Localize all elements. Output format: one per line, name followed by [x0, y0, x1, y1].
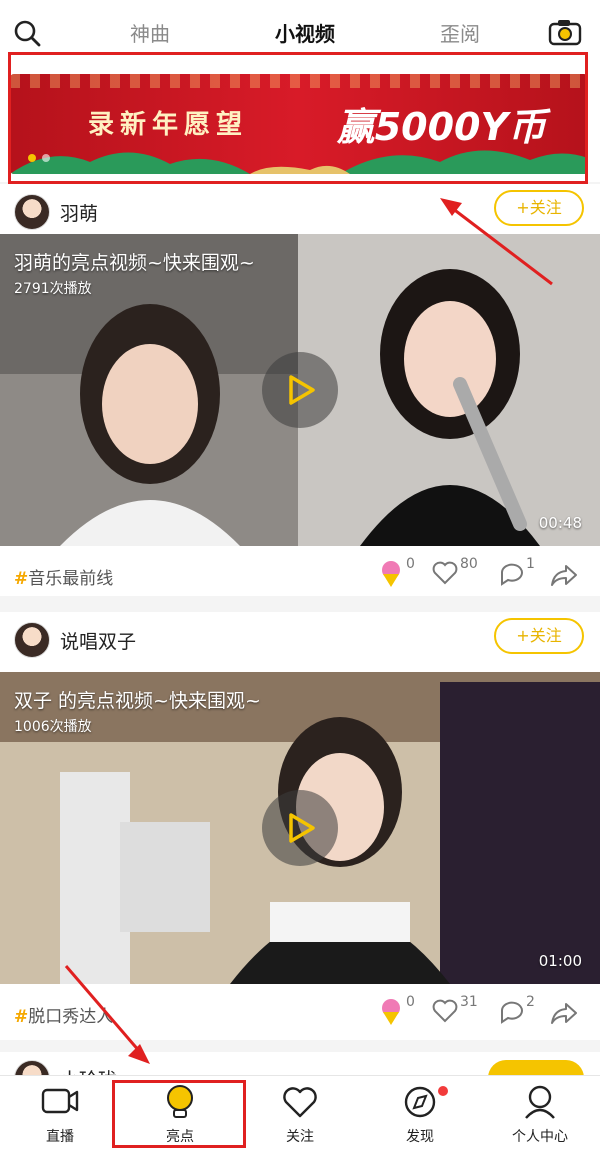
play-button[interactable] [262, 790, 338, 866]
author-row[interactable]: 羽萌 [14, 192, 98, 232]
bottom-tab-bar: 直播 亮点 关注 发现 个人中心 [0, 1075, 600, 1157]
avatar[interactable] [14, 622, 50, 658]
topic-tag-label: 音乐最前线 [28, 569, 114, 589]
tab-profile[interactable]: 个人中心 [480, 1076, 600, 1157]
play-button[interactable] [262, 352, 338, 428]
play-count: 2791次播放 [14, 281, 92, 297]
topic-tag[interactable]: #音乐最前线 [14, 564, 113, 589]
video-duration: 00:48 [538, 514, 582, 532]
comment-bubble-icon [501, 563, 523, 586]
highlight-box-banner [8, 52, 588, 184]
feed-card: 说唱双子 +关注 双子 的亮点视频~快来围观~ 1006次播放 01:00 #脱… [0, 612, 600, 1040]
topic-tag-label: 脱口秀达人 [28, 1007, 114, 1027]
heart-outline-icon [432, 999, 458, 1023]
comment-count: 1 [526, 556, 535, 572]
author-row[interactable]: 小玲珑 [14, 1058, 117, 1076]
like-action[interactable]: 80 [432, 556, 478, 590]
comment-action[interactable]: 1 [498, 556, 535, 590]
icecream-gift-icon [382, 999, 400, 1025]
camera-icon[interactable] [548, 18, 582, 46]
tab-waiyue[interactable]: 歪阅 [405, 18, 515, 47]
category-tabs: 神曲 小视频 歪阅 [95, 14, 515, 50]
play-icon [289, 375, 315, 405]
tab-discover[interactable]: 发现 [360, 1076, 480, 1157]
tab-shenqu[interactable]: 神曲 [95, 18, 205, 47]
video-title: 羽萌的亮点视频~快来围观~ [14, 252, 255, 274]
notification-dot [438, 1086, 448, 1096]
gift-action[interactable]: 0 [378, 994, 415, 1028]
video-duration: 01:00 [538, 952, 582, 970]
video-title: 双子 的亮点视频~快来围观~ [14, 690, 261, 712]
tab-label: 直播 [46, 1129, 74, 1145]
heart-outline-icon [432, 561, 458, 585]
gift-count: 0 [406, 994, 415, 1010]
app-screen: 神曲 小视频 歪阅 录新年愿望 赢5000Y币 羽萌 +关注 羽萌的亮点视频~快… [0, 0, 600, 1157]
comment-count: 2 [526, 994, 535, 1010]
gift-count: 0 [406, 556, 415, 572]
like-count: 80 [460, 556, 478, 572]
tab-label: 发现 [406, 1129, 434, 1145]
avatar[interactable] [14, 194, 50, 230]
avatar[interactable] [14, 1060, 50, 1076]
comment-bubble-icon [501, 1001, 523, 1024]
play-icon [289, 813, 315, 843]
feed-card: 羽萌 +关注 羽萌的亮点视频~快来围观~ 2791次播放 00:48 #音乐最前… [0, 184, 600, 596]
share-icon[interactable] [550, 560, 578, 590]
author-row[interactable]: 说唱双子 [14, 620, 136, 660]
author-name[interactable]: 羽萌 [60, 199, 98, 226]
compass-icon [404, 1086, 436, 1118]
follow-button[interactable]: +关注 [494, 190, 584, 226]
tab-live[interactable]: 直播 [0, 1076, 120, 1157]
person-icon [525, 1085, 555, 1119]
follow-button[interactable]: +关注 [494, 618, 584, 654]
highlight-box-tab [112, 1080, 246, 1148]
gift-action[interactable]: 0 [378, 556, 415, 590]
play-count: 1006次播放 [14, 719, 92, 735]
icecream-gift-icon [382, 561, 400, 587]
topic-tag[interactable]: #脱口秀达人 [14, 1002, 113, 1027]
follow-button-partial[interactable] [488, 1060, 584, 1076]
card-footer: #音乐最前线 0 80 1 [0, 546, 600, 606]
search-icon[interactable] [12, 18, 42, 48]
tv-icon [41, 1088, 79, 1114]
like-action[interactable]: 31 [432, 994, 478, 1028]
tab-label: 个人中心 [512, 1129, 568, 1145]
video-thumbnail[interactable]: 羽萌的亮点视频~快来围观~ 2791次播放 00:48 [0, 234, 600, 546]
tab-label: 关注 [286, 1129, 314, 1145]
video-thumbnail[interactable]: 双子 的亮点视频~快来围观~ 1006次播放 01:00 [0, 672, 600, 984]
feed-card-partial: 小玲珑 [0, 1052, 600, 1076]
author-name[interactable]: 说唱双子 [60, 627, 136, 654]
like-count: 31 [460, 994, 478, 1010]
heart-icon [283, 1087, 317, 1118]
card-footer: #脱口秀达人 0 31 2 [0, 984, 600, 1044]
comment-action[interactable]: 2 [498, 994, 535, 1028]
tab-following[interactable]: 关注 [240, 1076, 360, 1157]
tab-short-video[interactable]: 小视频 [250, 18, 360, 47]
share-icon[interactable] [550, 998, 578, 1028]
